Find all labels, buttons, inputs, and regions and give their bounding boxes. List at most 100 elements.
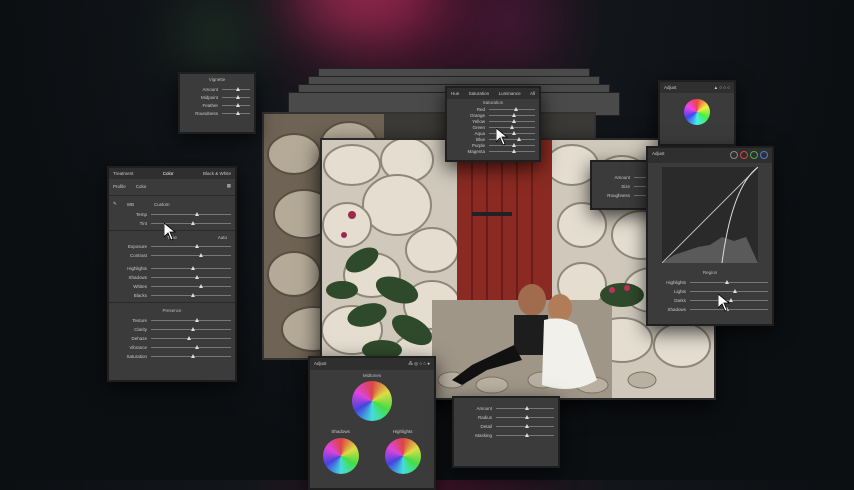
channel-dot-icon[interactable] (750, 151, 758, 159)
eyedropper-icon[interactable]: ✎ (113, 201, 117, 207)
treatment-color-button[interactable]: Color (163, 171, 174, 176)
slider-thumb[interactable] (236, 86, 240, 91)
slider-thumb[interactable] (516, 136, 521, 141)
vignette-panel: Vignette Amount Midpoint Feather Roundness (178, 72, 256, 134)
tone-sliders: Exposure Contrast (109, 242, 235, 260)
slider-thumb[interactable] (512, 142, 516, 147)
slider-row: Feather (180, 101, 254, 109)
slider-thumb[interactable] (236, 110, 240, 115)
slider-thumb[interactable] (512, 130, 516, 135)
color-wheel-small[interactable] (684, 99, 710, 125)
slider-row: Shadows (109, 273, 235, 282)
slider-thumb[interactable] (191, 221, 195, 225)
slider-track[interactable] (151, 318, 231, 322)
slider-thumb[interactable] (195, 212, 199, 216)
slider-track[interactable] (222, 94, 250, 99)
tab-all[interactable]: All (530, 91, 535, 96)
tone-curve-title: Adjust (652, 151, 665, 156)
channel-dot-icon[interactable] (740, 151, 748, 159)
slider-label: Blue (475, 136, 485, 142)
slider-thumb[interactable] (191, 293, 195, 297)
grading-mode-icons[interactable]: ⁂ ◎ ○ ○ ● (408, 361, 430, 367)
tab-saturation[interactable]: Saturation (469, 91, 490, 96)
slider-row: Masking (454, 431, 558, 440)
slider-row: Amount (180, 85, 254, 93)
slider-thumb[interactable] (199, 284, 203, 288)
slider-track[interactable] (151, 293, 231, 297)
slider-thumb[interactable] (512, 148, 516, 153)
slider-thumb[interactable] (191, 354, 195, 358)
slider-thumb[interactable] (191, 266, 195, 270)
slider-label: Temp (135, 212, 147, 217)
slider-track[interactable] (690, 289, 768, 293)
profile-select[interactable]: Color (136, 184, 147, 189)
slider-thumb[interactable] (525, 433, 529, 437)
slider-track[interactable] (151, 212, 231, 216)
slider-label: Aqua (474, 130, 485, 136)
slider-track[interactable] (222, 102, 250, 107)
slider-thumb[interactable] (732, 289, 737, 293)
slider-track[interactable] (222, 86, 250, 91)
slider-thumb[interactable] (509, 124, 514, 129)
slider-track[interactable] (690, 280, 768, 284)
slider-thumb[interactable] (512, 112, 516, 117)
slider-thumb[interactable] (191, 327, 195, 331)
slider-label: Texture (132, 318, 147, 323)
slider-thumb[interactable] (236, 94, 240, 99)
slider-thumb[interactable] (512, 118, 516, 123)
slider-track[interactable] (151, 221, 231, 225)
wb-select[interactable]: Custom (154, 202, 170, 207)
slider-track[interactable] (151, 244, 231, 248)
slider-track[interactable] (496, 415, 554, 419)
slider-thumb[interactable] (195, 244, 199, 248)
slider-track[interactable] (496, 424, 554, 428)
slider-thumb[interactable] (725, 280, 730, 284)
highlights-wheel[interactable] (385, 438, 421, 474)
slider-row: Texture (109, 316, 235, 325)
shadows-wheel[interactable] (323, 438, 359, 474)
slider-label: Highlights (666, 280, 686, 285)
slider-track[interactable] (151, 284, 231, 288)
color-grading-panel: Adjust ⁂ ◎ ○ ○ ● Midtones Shadows Highli… (308, 356, 436, 490)
slider-track[interactable] (151, 266, 231, 270)
slider-track[interactable] (496, 406, 554, 410)
treatment-bw-button[interactable]: Black & White (203, 171, 231, 176)
tab-luminance[interactable]: Luminance (499, 91, 521, 96)
cursor-arrow-svg-2 (496, 128, 509, 146)
slider-thumb[interactable] (187, 336, 191, 340)
tab-hue[interactable]: Hue (451, 91, 459, 96)
slider-track[interactable] (151, 336, 231, 340)
basic-panel: Treatment Color Black & White Profile Co… (107, 166, 237, 382)
slider-track[interactable] (151, 345, 231, 349)
slider-thumb[interactable] (199, 253, 203, 257)
slider-thumb[interactable] (195, 318, 199, 322)
slider-thumb[interactable] (236, 102, 240, 107)
slider-track[interactable] (489, 118, 535, 123)
swatch-icons[interactable]: ▲ ○ ○ ○ (714, 85, 730, 90)
auto-button[interactable]: Auto (218, 235, 227, 240)
slider-thumb[interactable] (514, 106, 519, 111)
channel-dot-icon[interactable] (730, 151, 738, 159)
midtones-wheel[interactable] (352, 381, 392, 421)
slider-thumb[interactable] (525, 424, 529, 428)
slider-track[interactable] (151, 354, 231, 358)
slider-track[interactable] (151, 327, 231, 331)
slider-track[interactable] (496, 433, 554, 437)
slider-track[interactable] (151, 275, 231, 279)
shadows-label: Shadows (331, 429, 350, 434)
slider-track[interactable] (151, 253, 231, 257)
profile-browser-icon[interactable]: ▦ (227, 183, 231, 189)
slider-row: Roundness (180, 109, 254, 117)
slider-thumb[interactable] (525, 406, 529, 410)
slider-track[interactable] (489, 112, 535, 117)
curve-graph[interactable] (661, 166, 759, 264)
slider-thumb[interactable] (195, 345, 199, 349)
slider-track[interactable] (222, 110, 250, 115)
slider-track[interactable] (489, 106, 535, 111)
treatment-row: Treatment Color Black & White (109, 168, 235, 179)
channel-dot-icon[interactable] (760, 151, 768, 159)
slider-label: Vibrance (129, 345, 147, 350)
slider-thumb[interactable] (525, 415, 529, 419)
slider-track[interactable] (489, 148, 535, 153)
slider-thumb[interactable] (195, 275, 199, 279)
